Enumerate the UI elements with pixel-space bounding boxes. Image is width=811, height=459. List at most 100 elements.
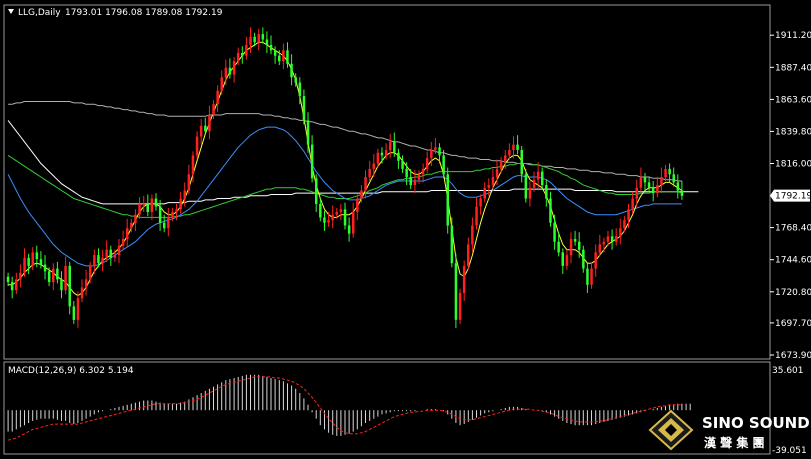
chart-background [0,0,811,459]
candle-body [635,187,638,199]
candle-body [294,77,297,83]
candle-body [64,265,67,291]
candle [458,288,462,324]
candle-body [479,198,482,207]
candle-body [594,252,597,269]
candle-body [323,217,326,223]
candle-body [158,206,162,223]
candle-body [615,236,618,242]
candle-body [253,36,256,43]
candle-body [52,268,55,283]
candle-body [290,63,293,78]
candle-body [450,225,454,264]
candle-body [446,174,449,226]
candle-body [475,206,478,226]
candle-body [495,168,499,177]
candle-body [606,236,610,242]
candle-body [212,104,215,115]
candle-body [269,44,273,51]
candle-body [298,82,302,97]
candle-body [319,203,322,218]
current-price-value: 1792.19 [775,192,811,202]
candle-body [623,220,626,229]
candle-body [150,198,154,212]
candle-body [138,203,141,215]
candle-body [282,50,285,62]
candle-body [76,298,80,320]
candle-body [163,222,166,229]
candle-body [199,125,203,137]
candle-body [512,144,515,150]
candle-body [47,271,51,283]
candle-body [236,53,240,62]
candle-body [343,209,347,226]
candle-body [183,190,186,199]
candle-body [56,268,59,280]
candle-body [80,287,84,299]
candle-body [175,209,178,212]
candle-body [31,252,34,266]
price-tick-label: 1911.20 [775,31,811,41]
candle-body [130,222,133,229]
candle-body [154,198,158,207]
candle-body [590,268,593,285]
candle-body [491,177,495,186]
candle-body [310,144,314,179]
candle-body [536,171,540,180]
candle-body [109,249,112,258]
candle-body [619,228,622,237]
candle-body [417,174,421,180]
candle-body [117,245,121,256]
ohlc-label: 1793.01 1796.08 1789.08 1792.19 [65,8,223,18]
candle-body [286,50,289,64]
price-tick-label: 1816.00 [775,160,811,170]
candle-body [549,198,552,223]
candle-body [10,282,14,291]
candle-body [121,239,125,246]
candle-body [224,67,228,78]
candle-body [409,177,412,186]
candle-body [134,214,137,223]
trading-chart[interactable]: 1911.20 1887.40 1863.60 1839.80 1816.00 1768.… [0,0,811,459]
candle-body [573,239,577,242]
candle-body [84,279,88,288]
candle-body [19,272,22,280]
candle-body [306,120,310,145]
candle-body [364,177,367,191]
macd-tick-label: -39.051 [772,446,807,456]
candle-body [454,263,458,320]
candle-body [265,39,269,45]
candle-body [220,77,223,91]
candle-body [273,50,277,56]
candle-body [532,179,536,188]
candle-body [97,255,100,264]
candle-body [245,44,248,56]
symbol-label: LLG,Daily [18,8,61,18]
candle-body [487,185,491,188]
candle-body [331,214,334,221]
candle-body [586,268,589,285]
candle-body [467,244,470,266]
candle-body [656,185,659,194]
candle-body [458,292,462,320]
candle-body [668,168,671,175]
macd-tick-label: 35.601 [772,366,804,376]
candle-body [627,209,630,221]
candle-body [171,212,174,218]
candle-body [208,115,211,132]
candle-body [393,141,396,153]
candle-body [541,171,544,186]
candle-body [413,179,417,186]
candle-body [660,177,663,186]
candle-body [101,257,104,264]
candle-body [126,228,129,239]
candle-body [471,225,474,245]
candle-body [179,198,182,210]
candle-body [15,279,18,291]
candle-body [397,152,400,161]
candle-body [376,152,380,164]
candle-body [430,150,433,159]
candle-body [43,264,47,272]
candle-body [557,241,560,253]
candle-body [672,174,675,183]
